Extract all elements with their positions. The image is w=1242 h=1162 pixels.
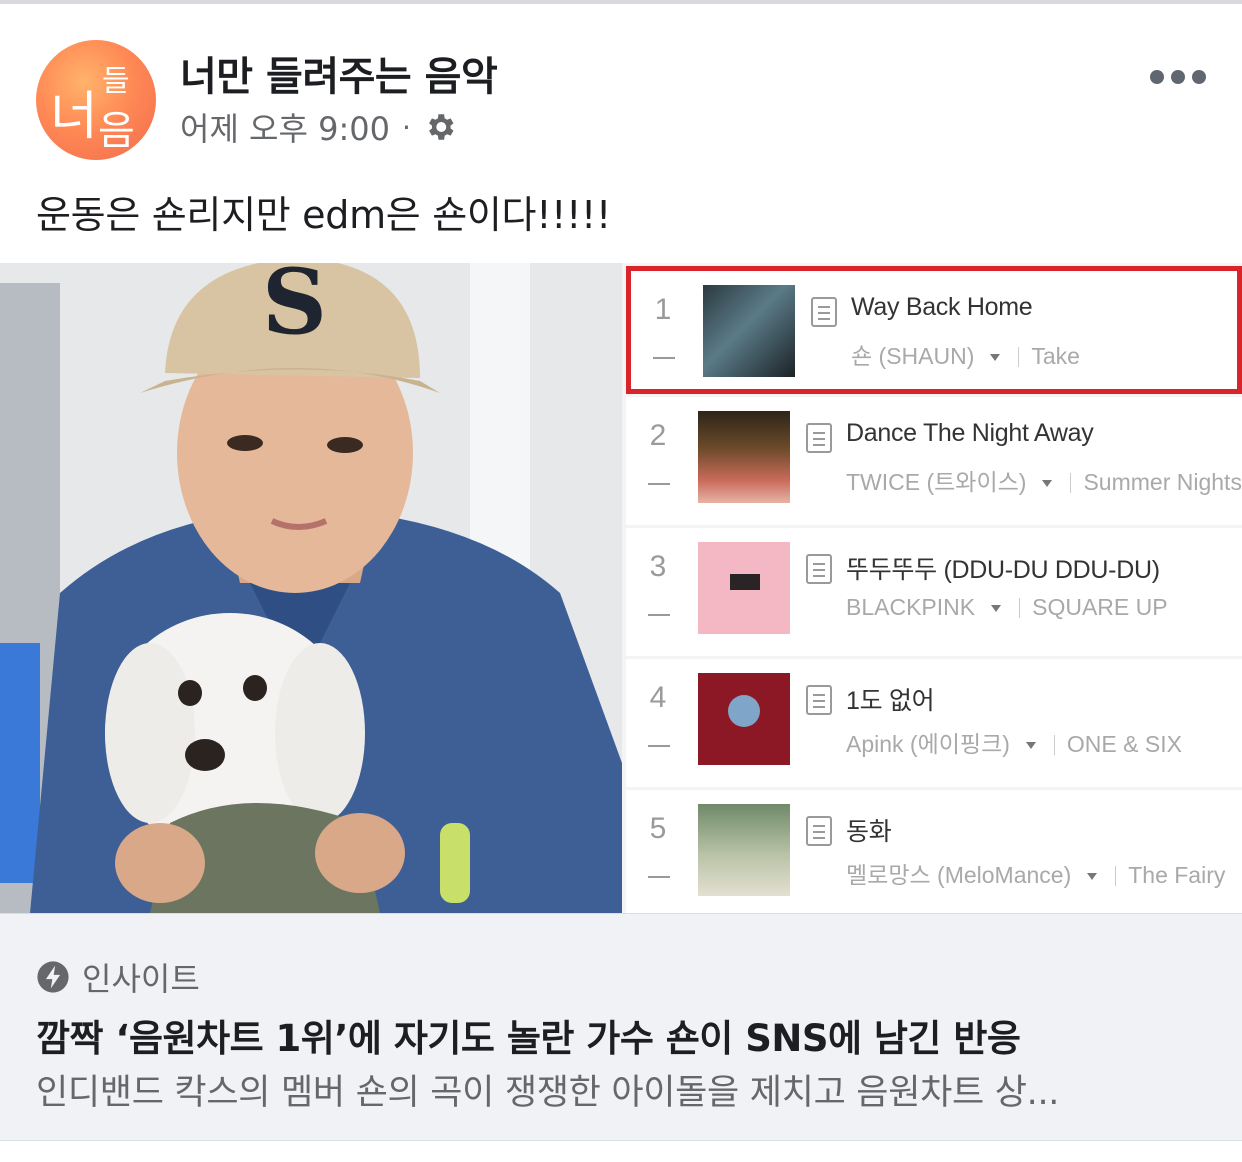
rank-change-dash xyxy=(648,483,670,485)
avatar-letter: 음 xyxy=(98,108,135,154)
album-name[interactable]: Take xyxy=(1031,343,1080,369)
chart-rank: 2 xyxy=(649,419,667,452)
album-cover[interactable] xyxy=(698,542,790,634)
avatar-letter: 너 xyxy=(50,87,98,147)
album-cover[interactable] xyxy=(698,411,790,503)
cover-shape xyxy=(730,574,760,590)
song-meta: Apink (에이핑크) ONE & SIX xyxy=(846,725,1182,759)
album-name[interactable]: The Fairy xyxy=(1128,862,1225,888)
album-name[interactable]: ONE & SIX xyxy=(1067,731,1182,757)
artist-name[interactable]: 멜로망스 (MeloMance) xyxy=(846,862,1071,888)
album-name[interactable]: SQUARE UP xyxy=(1032,594,1167,620)
chevron-down-icon[interactable] xyxy=(1025,742,1036,749)
divider xyxy=(1115,866,1117,886)
song-meta: BLACKPINK SQUARE UP xyxy=(846,594,1168,621)
song-title[interactable]: Dance The Night Away xyxy=(846,419,1094,448)
chart-rank: 5 xyxy=(649,812,667,845)
chevron-down-icon[interactable] xyxy=(1087,873,1098,880)
album-cover[interactable] xyxy=(698,673,790,765)
song-title[interactable]: 동화 xyxy=(846,812,892,848)
divider xyxy=(1018,347,1020,367)
post-text: 운동은 숀리지만 edm은 숀이다!!!!! xyxy=(36,193,611,237)
link-source: 인사이트 xyxy=(36,954,200,1000)
chart-rank: 1 xyxy=(654,293,672,326)
chevron-down-icon[interactable] xyxy=(991,605,1002,612)
bolt-icon xyxy=(37,961,69,993)
more-options-icon[interactable] xyxy=(1150,62,1206,92)
divider xyxy=(1053,735,1055,755)
rank-change-dash xyxy=(648,745,670,747)
source-name: 인사이트 xyxy=(82,960,200,998)
link-preview[interactable]: 인사이트 깜짝 ‘음원차트 1위’에 자기도 놀란 가수 숀이 SNS에 남긴 … xyxy=(0,913,1242,1141)
rank-change-dash xyxy=(653,357,675,359)
album-cover[interactable] xyxy=(698,804,790,896)
post-timestamp[interactable]: 어제 오후 9:00 xyxy=(180,104,390,150)
artist-name[interactable]: TWICE (트와이스) xyxy=(846,469,1026,495)
music-chart: 1 Way Back Home 숀 (SHAUN) Take 2 Dance Th… xyxy=(622,263,1242,913)
chart-row[interactable]: 1 Way Back Home 숀 (SHAUN) Take xyxy=(626,266,1242,394)
rank-change-dash xyxy=(648,876,670,878)
artist-photo: S xyxy=(0,263,622,913)
lyrics-icon[interactable] xyxy=(806,423,832,453)
link-title[interactable]: 깜짝 ‘음원차트 1위’에 자기도 놀란 가수 숀이 SNS에 남긴 반응 xyxy=(36,1008,1021,1062)
lyrics-icon[interactable] xyxy=(806,554,832,584)
chevron-down-icon[interactable] xyxy=(990,354,1001,361)
post-meta: 어제 오후 9:00 · xyxy=(180,104,457,150)
song-meta: 숀 (SHAUN) Take xyxy=(851,337,1080,371)
meta-separator: · xyxy=(401,110,411,144)
song-meta: TWICE (트와이스) Summer Nights xyxy=(846,463,1242,497)
chevron-down-icon[interactable] xyxy=(1042,480,1053,487)
lyrics-icon[interactable] xyxy=(806,685,832,715)
lyrics-icon[interactable] xyxy=(806,816,832,846)
avatar-letter: 들 xyxy=(102,64,130,99)
divider xyxy=(1070,473,1072,493)
gear-icon[interactable] xyxy=(423,110,457,144)
link-description: 인디밴드 칵스의 멤버 숀의 곡이 쟁쟁한 아이돌을 제치고 음원차트 상... xyxy=(36,1073,1060,1113)
dot-shape xyxy=(1171,70,1185,84)
chart-row[interactable]: 5 동화 멜로망스 (MeloMance) The Fairy xyxy=(626,790,1242,913)
post-image[interactable]: S 1 Way Back Home 숀 (SHAUN) Take 2 Dance… xyxy=(0,263,1242,913)
song-title[interactable]: Way Back Home xyxy=(851,293,1033,322)
rank-change-dash xyxy=(648,614,670,616)
chart-row[interactable]: 3 뚜두뚜두 (DDU-DU DDU-DU) BLACKPINK SQUARE U… xyxy=(626,528,1242,656)
album-name[interactable]: Summer Nights xyxy=(1083,469,1241,495)
song-title[interactable]: 뚜두뚜두 (DDU-DU DDU-DU) xyxy=(846,550,1160,586)
cover-shape xyxy=(728,695,760,727)
page-name-link[interactable]: 너만 들려주는 음악 xyxy=(180,44,498,102)
top-divider xyxy=(0,0,1242,4)
dot-shape xyxy=(1192,70,1206,84)
photo-illustration: S xyxy=(0,263,622,913)
page-avatar[interactable]: 너 들 음 xyxy=(36,40,156,160)
song-title[interactable]: 1도 없어 xyxy=(846,681,935,717)
album-cover[interactable] xyxy=(703,285,795,377)
song-meta: 멜로망스 (MeloMance) The Fairy xyxy=(846,856,1225,890)
chart-rank: 3 xyxy=(649,550,667,583)
chart-row[interactable]: 4 1도 없어 Apink (에이핑크) ONE & SIX xyxy=(626,659,1242,787)
artist-name[interactable]: Apink (에이핑크) xyxy=(846,731,1010,757)
divider xyxy=(1019,598,1021,618)
chart-row[interactable]: 2 Dance The Night Away TWICE (트와이스) Summe… xyxy=(626,397,1242,525)
svg-text:S: S xyxy=(262,263,327,355)
artist-name[interactable]: 숀 (SHAUN) xyxy=(851,343,974,369)
dot-shape xyxy=(1150,70,1164,84)
chart-rank: 4 xyxy=(649,681,667,714)
lyrics-icon[interactable] xyxy=(811,297,837,327)
artist-name[interactable]: BLACKPINK xyxy=(846,594,975,620)
